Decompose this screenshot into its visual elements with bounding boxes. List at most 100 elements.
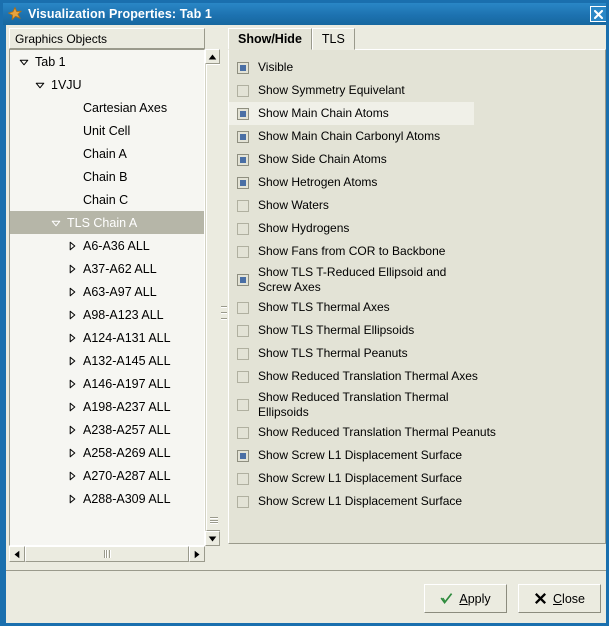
checkbox[interactable] [237, 398, 249, 411]
chevron-right-icon[interactable] [64, 333, 79, 343]
chevron-right-icon[interactable] [64, 287, 79, 297]
tree-node[interactable]: A238-A257 ALL [10, 418, 204, 441]
tab-tls[interactable]: TLS [311, 28, 355, 50]
show-hide-option-row[interactable]: Show Waters [229, 194, 605, 217]
tree-node[interactable]: A124-A131 ALL [10, 326, 204, 349]
tabstrip[interactable]: Show/Hide TLS [228, 28, 355, 50]
checkbox[interactable] [237, 245, 249, 258]
checkbox[interactable] [237, 301, 249, 314]
chevron-right-icon[interactable] [64, 494, 79, 504]
tree-node-label: A6-A36 ALL [83, 238, 150, 253]
show-hide-option-row[interactable]: Show Hetrogen Atoms [229, 171, 605, 194]
tree-node[interactable]: A132-A145 ALL [10, 349, 204, 372]
titlebar[interactable]: Visualization Properties: Tab 1 [3, 3, 606, 25]
show-hide-option-row[interactable]: Show TLS T-Reduced Ellipsoid and Screw A… [229, 263, 605, 296]
chevron-right-icon[interactable] [64, 402, 79, 412]
chevron-right-icon[interactable] [64, 379, 79, 389]
show-hide-option-row[interactable]: Show TLS Thermal Ellipsoids [229, 319, 605, 342]
checkbox[interactable] [237, 153, 249, 166]
chevron-right-icon[interactable] [64, 241, 79, 251]
show-hide-option-row[interactable]: Show Screw L1 Displacement Surface [229, 467, 605, 490]
chevron-right-icon[interactable] [64, 425, 79, 435]
split-divider-grip [221, 306, 227, 320]
checkbox[interactable] [237, 84, 249, 97]
show-hide-option-row[interactable]: Show Hydrogens [229, 217, 605, 240]
tree-column-header[interactable]: Graphics Objects [9, 28, 205, 49]
graphics-objects-tree[interactable]: Tab 1 1VJU Cartesian Axes Unit Cell Chain A C… [9, 49, 205, 546]
checkbox-label: Show Screw L1 Displacement Surface [258, 448, 463, 462]
tree-node[interactable]: A98-A123 ALL [10, 303, 204, 326]
tree-node[interactable]: A270-A287 ALL [10, 464, 204, 487]
chevron-down-icon[interactable] [48, 218, 63, 228]
tree-hscroll-track[interactable] [25, 546, 189, 562]
checkbox[interactable] [237, 176, 249, 189]
show-hide-option-row[interactable]: Show Reduced Translation Thermal Axes [229, 365, 605, 388]
checkbox[interactable] [237, 495, 249, 508]
chevron-right-icon[interactable] [64, 471, 79, 481]
tree-vscroll-thumb[interactable] [206, 64, 221, 531]
tree-node[interactable]: Chain A [10, 142, 204, 165]
tree-node[interactable]: A146-A197 ALL [10, 372, 204, 395]
show-hide-option-row[interactable]: Show Screw L1 Displacement Surface [229, 444, 605, 467]
tree-node[interactable]: Chain B [10, 165, 204, 188]
tree-node[interactable]: Tab 1 [10, 50, 204, 73]
show-hide-option-row[interactable]: Show Side Chain Atoms [229, 148, 605, 171]
show-hide-option-row[interactable]: Show Main Chain Carbonyl Atoms [229, 125, 605, 148]
checkbox[interactable] [237, 347, 249, 360]
tree-node[interactable]: Chain C [10, 188, 204, 211]
chevron-right-icon[interactable] [64, 264, 79, 274]
tree-node[interactable]: A6-A36 ALL [10, 234, 204, 257]
tree-node[interactable]: 1VJU [10, 73, 204, 96]
show-hide-option-row[interactable]: Show Reduced Translation Thermal Peanuts [229, 421, 605, 444]
checkbox[interactable] [237, 61, 249, 74]
checkbox[interactable] [237, 130, 249, 143]
scroll-down-button[interactable] [205, 531, 220, 546]
tab-show-hide[interactable]: Show/Hide [228, 28, 312, 50]
show-hide-option-row[interactable]: Show Fans from COR to Backbone [229, 240, 605, 263]
show-hide-option-row[interactable]: Show Screw L1 Displacement Surface [229, 490, 605, 513]
show-hide-option-row[interactable]: Show TLS Thermal Peanuts [229, 342, 605, 365]
tree-horizontal-scrollbar[interactable] [9, 546, 220, 563]
chevron-down-icon[interactable] [16, 57, 31, 67]
tree-node[interactable]: A198-A237 ALL [10, 395, 204, 418]
show-hide-option-list[interactable]: Visible Show Symmetry Equivelant Show Main… [228, 49, 606, 544]
checkbox[interactable] [237, 273, 249, 286]
chevron-right-icon[interactable] [64, 356, 79, 366]
checkbox[interactable] [237, 449, 249, 462]
tree-node[interactable]: Unit Cell [10, 119, 204, 142]
split-divider[interactable] [220, 28, 228, 567]
tree-hscroll-thumb[interactable] [25, 546, 189, 562]
tree-node[interactable]: Cartesian Axes [10, 96, 204, 119]
checkbox[interactable] [237, 199, 249, 212]
tree-node[interactable]: A37-A62 ALL [10, 257, 204, 280]
checkbox-label: Show Reduced Translation Thermal Ellipso… [258, 389, 449, 419]
tree-vscroll-track[interactable] [205, 64, 221, 531]
tree-node[interactable]: TLS Chain A [10, 211, 204, 234]
show-hide-option-row[interactable]: Show TLS Thermal Axes [229, 296, 605, 319]
chevron-right-icon[interactable] [64, 310, 79, 320]
checkbox-label: Show Side Chain Atoms [258, 152, 387, 166]
tree-node-label: A37-A62 ALL [83, 261, 157, 276]
chevron-right-icon[interactable] [64, 448, 79, 458]
scroll-left-button[interactable] [9, 546, 25, 562]
close-icon[interactable] [590, 6, 606, 22]
checkbox[interactable] [237, 472, 249, 485]
scroll-right-button[interactable] [189, 546, 205, 562]
tree-node[interactable]: A288-A309 ALL [10, 487, 204, 510]
show-hide-option-row[interactable]: Visible [229, 56, 605, 79]
tree-node[interactable]: A63-A97 ALL [10, 280, 204, 303]
tree-vertical-scrollbar[interactable] [205, 49, 221, 546]
chevron-down-icon[interactable] [32, 80, 47, 90]
show-hide-option-row[interactable]: Show Reduced Translation Thermal Ellipso… [229, 388, 605, 421]
checkbox[interactable] [237, 426, 249, 439]
show-hide-option-row[interactable]: Show Main Chain Atoms [229, 102, 474, 125]
apply-button[interactable]: Apply [424, 584, 507, 613]
close-button[interactable]: Close [518, 584, 601, 613]
show-hide-option-row[interactable]: Show Symmetry Equivelant [229, 79, 605, 102]
checkbox[interactable] [237, 370, 249, 383]
checkbox[interactable] [237, 107, 249, 120]
checkbox[interactable] [237, 324, 249, 337]
checkbox[interactable] [237, 222, 249, 235]
tree-node[interactable]: A258-A269 ALL [10, 441, 204, 464]
scroll-up-button[interactable] [205, 49, 220, 64]
